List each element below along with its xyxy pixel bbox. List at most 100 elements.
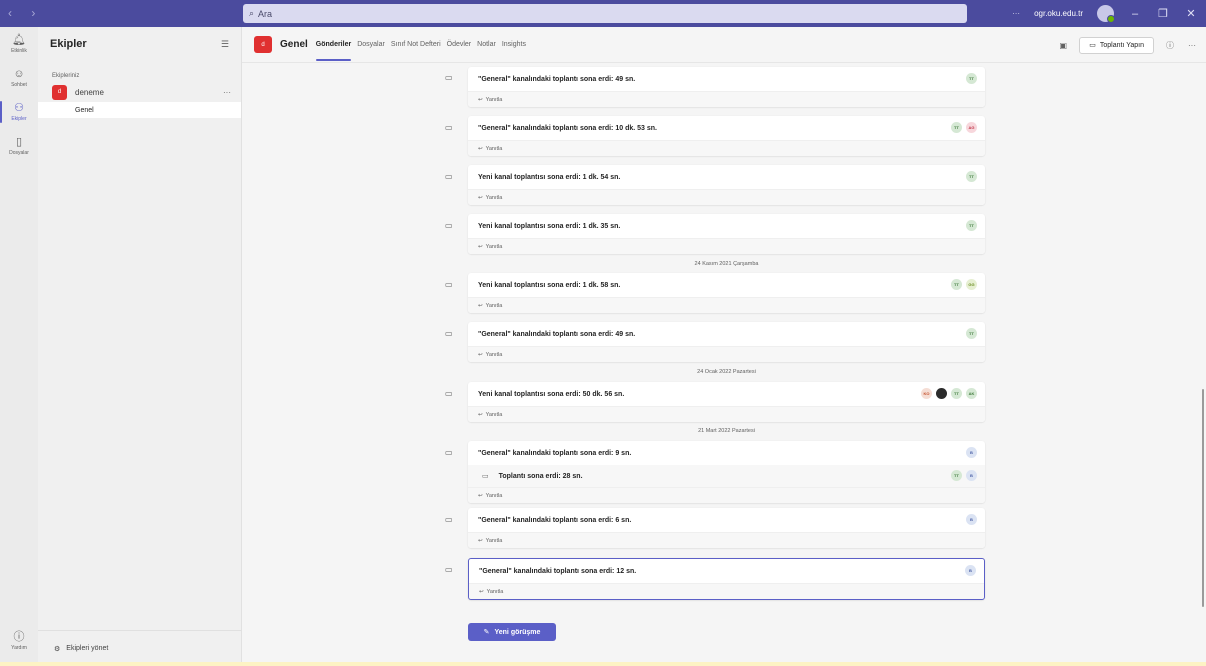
reply-button[interactable]: ↩ Yanıtla	[468, 140, 985, 156]
message-card[interactable]: Yeni kanal toplantısı sona erdi: 1 dk. 5…	[468, 273, 985, 313]
tab-class-notebook[interactable]: Sınıf Not Defteri	[391, 27, 441, 63]
message-text: "General" kanalındaki toplantı sona erdi…	[478, 124, 657, 132]
reply-button[interactable]: ↩ Yanıtla	[468, 406, 985, 422]
meet-now-button[interactable]: ▭ Toplantı Yapın	[1079, 36, 1154, 54]
rail-item-files[interactable]: ▯ Dosyalar	[0, 129, 38, 163]
close-icon[interactable]: ✕	[1184, 7, 1198, 20]
scrollbar[interactable]	[1202, 389, 1204, 607]
rail-item-chat[interactable]: ☺ Sohbet	[0, 61, 38, 95]
rail-item-activity[interactable]: 🔔︎ Etkinlik	[0, 27, 38, 61]
reply-button[interactable]: ↩ Yanıtla	[468, 346, 985, 362]
reply-icon: ↩	[478, 145, 483, 152]
message-card[interactable]: "General" kanalındaki toplantı sona erdi…	[468, 441, 985, 503]
tab-grades[interactable]: Notlar	[477, 27, 496, 63]
channel-tabs: Gönderiler Dosyalar Sınıf Not Defteri Öd…	[315, 27, 526, 63]
reply-label: Yanıtla	[485, 492, 503, 499]
date-separator: 24 Kasım 2021 Çarşamba	[694, 261, 759, 267]
date-separator: 21 Mart 2022 Pazartesi	[698, 428, 755, 434]
file-icon: ▯	[15, 135, 23, 148]
tab-posts[interactable]: Gönderiler	[315, 27, 352, 63]
teams-panel: Ekipler ☰ Ekipleriniz d deneme ··· Genel…	[38, 27, 242, 666]
minimize-icon[interactable]: –	[1128, 8, 1142, 20]
message-text: "General" kanalındaki toplantı sona erdi…	[479, 567, 637, 575]
message-card[interactable]: Yeni kanal toplantısı sona erdi: 1 dk. 5…	[468, 165, 985, 205]
meet-now-label: Toplantı Yapın	[1099, 41, 1144, 49]
reply-button[interactable]: ↩ Yanıtla	[468, 189, 985, 205]
participant-avatar[interactable]: TT	[966, 73, 977, 84]
message-card[interactable]: "General" kanalındaki toplantı sona erdi…	[468, 558, 985, 600]
channel-item-genel[interactable]: Genel	[38, 102, 241, 118]
participant-avatar[interactable]: AG	[966, 122, 977, 133]
reply-icon: ↩	[478, 351, 483, 358]
participants: TT	[966, 171, 977, 182]
nav-arrows[interactable]: ‹ ›	[8, 6, 43, 20]
message-card[interactable]: "General" kanalındaki toplantı sona erdi…	[468, 116, 985, 156]
reply-button[interactable]: ↩ Yanıtla	[468, 91, 985, 107]
nested-meeting-text: Toplantı sona erdi: 28 sn.	[498, 472, 583, 480]
reply-button[interactable]: ↩ Yanıtla	[468, 238, 985, 254]
message-card[interactable]: "General" kanalındaki toplantı sona erdi…	[468, 508, 985, 548]
chat-icon: ☺	[13, 67, 25, 80]
reply-icon: ↩	[478, 492, 483, 499]
reply-label: Yanıtla	[485, 302, 503, 309]
participant-avatar[interactable]: AK	[966, 388, 977, 399]
tab-insights[interactable]: Insights	[502, 27, 526, 63]
meeting-icon: ▭	[445, 221, 453, 230]
more-options-icon[interactable]: ···	[1012, 9, 1020, 18]
info-icon[interactable]: ⓘ	[1164, 40, 1176, 51]
message-text: Yeni kanal toplantısı sona erdi: 1 dk. 5…	[478, 173, 621, 181]
reply-icon: ↩	[478, 243, 483, 250]
message-card[interactable]: "General" kanalındaki toplantı sona erdi…	[468, 67, 985, 107]
more-options-icon[interactable]: ···	[1186, 41, 1198, 50]
notification-strip	[0, 662, 1206, 666]
filter-icon[interactable]: ☰	[221, 39, 229, 50]
reply-button[interactable]: ↩ Yanıtla	[469, 583, 984, 599]
message-card[interactable]: "General" kanalındaki toplantı sona erdi…	[468, 322, 985, 362]
message-card[interactable]: Yeni kanal toplantısı sona erdi: 50 dk. …	[468, 382, 985, 422]
message-text: Yeni kanal toplantısı sona erdi: 1 dk. 3…	[478, 222, 621, 230]
participant-avatar[interactable]: B	[966, 470, 977, 481]
message-card[interactable]: Yeni kanal toplantısı sona erdi: 1 dk. 3…	[468, 214, 985, 254]
reply-button[interactable]: ↩ Yanıtla	[468, 532, 985, 548]
channel-avatar: d	[254, 36, 272, 53]
camera-icon: ▭	[1089, 42, 1096, 49]
tab-assignments[interactable]: Ödevler	[447, 27, 472, 63]
participant-avatar[interactable]: TT	[966, 171, 977, 182]
participant-avatar[interactable]: TT	[951, 279, 962, 290]
reply-button[interactable]: ↩ Yanıtla	[468, 297, 985, 313]
participant-avatar[interactable]: B	[966, 514, 977, 525]
participant-avatar[interactable]: B	[965, 565, 976, 576]
participant-avatar[interactable]: TT	[951, 470, 962, 481]
teams-section-label: Ekipleriniz	[52, 73, 80, 79]
team-more-icon[interactable]: ···	[223, 88, 231, 97]
participants: TT AG	[951, 122, 977, 133]
new-conversation-button[interactable]: ✎ Yeni görüşme	[468, 623, 556, 641]
account-domain[interactable]: ogr.oku.edu.tr	[1034, 9, 1083, 18]
tab-files[interactable]: Dosyalar	[357, 27, 385, 63]
video-icon[interactable]: ▣	[1057, 41, 1069, 50]
date-separator: 24 Ocak 2022 Pazartesi	[697, 369, 756, 375]
participants: B	[965, 565, 976, 576]
rail-item-label: Yardım	[11, 644, 27, 651]
participant-avatar[interactable]: TT	[951, 122, 962, 133]
reply-button[interactable]: ↩ Yanıtla	[468, 487, 985, 503]
participant-avatar[interactable]: KO	[921, 388, 932, 399]
meeting-icon: ▭	[445, 73, 453, 82]
participant-avatar[interactable]: TT	[966, 328, 977, 339]
participant-avatar[interactable]: TT	[966, 220, 977, 231]
posts-feed: ▭ "General" kanalındaki toplantı sona er…	[242, 63, 1206, 666]
message-text: "General" kanalındaki toplantı sona erdi…	[478, 75, 636, 83]
manage-teams-button[interactable]: ⚙ Ekipleri yönet	[38, 630, 242, 666]
team-item-deneme[interactable]: d deneme ···	[38, 82, 241, 102]
search-input[interactable]: ⌕ Ara	[243, 4, 967, 23]
teams-icon: ⚇	[14, 101, 24, 114]
participant-avatar[interactable]: TT	[951, 388, 962, 399]
maximize-icon[interactable]: ❐	[1156, 7, 1170, 20]
participant-avatar[interactable]: B	[966, 447, 977, 458]
bell-icon: 🔔︎	[12, 33, 26, 46]
participant-avatar[interactable]: GG	[966, 279, 977, 290]
rail-item-help[interactable]: ⓘ Yardım	[0, 624, 38, 658]
rail-item-teams[interactable]: ⚇ Ekipler	[0, 95, 38, 129]
participant-photo-avatar[interactable]	[936, 388, 947, 399]
profile-avatar[interactable]	[1097, 5, 1115, 23]
